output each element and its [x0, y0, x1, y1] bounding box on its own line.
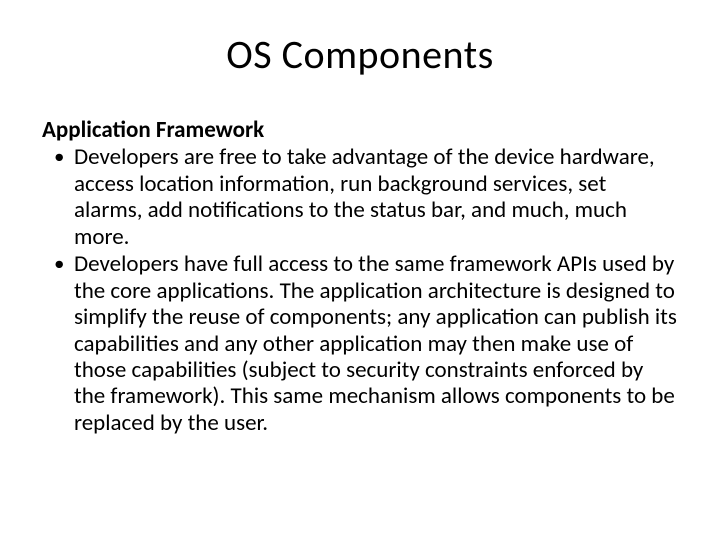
section-heading: Application Framework	[42, 117, 678, 143]
slide-title: OS Components	[42, 30, 678, 79]
slide-content: Application Framework Developers are fre…	[42, 117, 678, 436]
bullet-item: Developers have full access to the same …	[42, 251, 678, 436]
bullet-item: Developers are free to take advantage of…	[42, 144, 678, 250]
bullet-list: Developers are free to take advantage of…	[42, 144, 678, 436]
